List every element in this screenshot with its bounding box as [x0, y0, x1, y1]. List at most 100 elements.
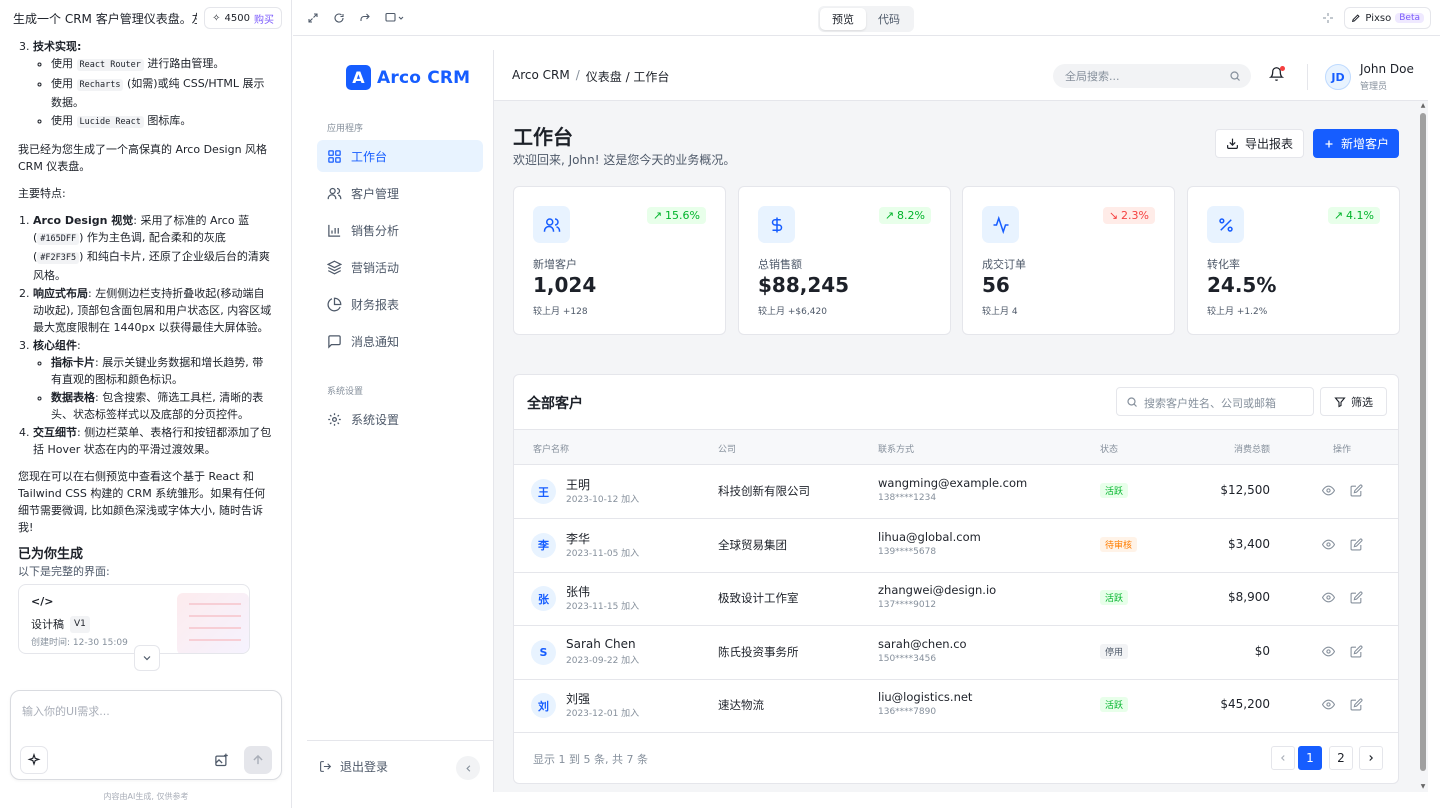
export-report-button[interactable]: 导出报表 [1215, 129, 1304, 158]
edit-icon [1350, 698, 1363, 711]
table-row[interactable]: 刘刘强 2023-12-01 加入 速达物流 liu@logistics.net 136… [514, 679, 1398, 734]
expand-icon[interactable] [305, 10, 321, 26]
edit-icon [1350, 591, 1363, 604]
edit-icon [1350, 538, 1363, 551]
sidebar-item-marketing[interactable]: 营销活动 [317, 251, 483, 283]
table-row[interactable]: S Sarah Chen 2023-09-22 加入 陈氏投资事务所 sarah@che… [514, 626, 1398, 680]
global-search-input[interactable]: 全局搜索... [1053, 64, 1251, 88]
tab-preview[interactable]: 预览 [820, 8, 866, 30]
redo-icon[interactable] [357, 10, 373, 26]
prev-page-button[interactable] [1271, 746, 1295, 770]
sidebar-item-customers[interactable]: 客户管理 [317, 177, 483, 209]
pixso-button[interactable]: Pixso Beta [1344, 7, 1431, 29]
send-button[interactable] [244, 746, 272, 774]
tab-code[interactable]: 代码 [866, 8, 912, 30]
avatar: 李 [531, 532, 556, 558]
joined-date: 2023-10-12 加入 [566, 495, 640, 505]
column-header: 客户名称 [533, 445, 570, 455]
breadcrumb-item[interactable]: Arco CRM [512, 68, 570, 85]
design-card[interactable]: </> 设计稿 V1 创建时间: 12-30 15:09 [18, 584, 250, 654]
device-icon[interactable] [383, 10, 407, 26]
tech-list: 技术实现: 使用 React Router 进行路由管理。 使用 Rechart… [18, 38, 274, 131]
column-header: 状态 [1100, 445, 1119, 455]
logout-label: 退出登录 [340, 760, 389, 774]
magic-button[interactable] [20, 746, 48, 774]
image-upload-button[interactable] [207, 746, 235, 774]
view-button[interactable] [1322, 698, 1335, 711]
edit-button[interactable] [1350, 538, 1363, 551]
users-icon [327, 187, 342, 199]
eye-icon [1322, 591, 1335, 604]
collapse-sidebar-button[interactable] [456, 756, 480, 780]
stat-card: ↘ 2.3% 成交订单 56 较上月 4 [962, 186, 1175, 335]
edit-button[interactable] [1350, 698, 1363, 711]
avatar[interactable]: JD [1325, 64, 1351, 90]
notifications-button[interactable] [1269, 66, 1285, 82]
search-icon [1230, 71, 1240, 81]
sidebar-item-sales[interactable]: 销售分析 [317, 214, 483, 246]
status-badge: 停用 [1100, 643, 1129, 659]
sidebar-item-dashboard[interactable]: 工作台 [317, 140, 483, 172]
list-item: 使用 React Router 进行路由管理。 [51, 55, 274, 74]
brand[interactable]: A Arco CRM [346, 65, 470, 90]
scrollbar-thumb[interactable] [1420, 113, 1426, 771]
phone: 136****7890 [878, 707, 937, 718]
trend-up-icon: ↗ [652, 209, 663, 222]
logout-button[interactable]: 退出登录 [319, 758, 388, 775]
page-button-2[interactable]: 2 [1329, 746, 1353, 770]
edit-button[interactable] [1350, 484, 1363, 497]
sidebar: A Arco CRM 应用程序 工作台 客户管理 销售分析 营销活动 财务报表 … [307, 50, 494, 792]
customer-search-input[interactable]: 搜索客户姓名、公司或邮箱 [1116, 387, 1314, 416]
design-version: V1 [70, 616, 90, 633]
buy-link[interactable]: 购买 [254, 11, 274, 26]
total-amount: $3,400 [1228, 536, 1270, 551]
customer-name: 刘强 [566, 692, 591, 707]
email: lihua@global.com [878, 529, 981, 544]
stat-label: 成交订单 [982, 258, 1026, 271]
expand-button[interactable] [134, 645, 160, 671]
stat-card: ↗ 4.1% 转化率 24.5% 较上月 +1.2% [1187, 186, 1400, 335]
view-toggle: 预览 代码 [818, 6, 914, 32]
preview-toolbar: 预览 代码 Pixso Beta [293, 0, 1440, 36]
features-list: Arco Design 视觉: 采用了标准的 Arco 蓝 (#165DFF) … [18, 212, 274, 458]
scrollbar[interactable]: ▲ ▼ [1418, 101, 1428, 792]
sidebar-item-settings[interactable]: 系统设置 [317, 403, 483, 435]
joined-date: 2023-11-15 加入 [566, 602, 640, 613]
page-subtitle: 欢迎回来, John! 这是您今天的业务概况。 [513, 153, 736, 167]
view-button[interactable] [1322, 645, 1335, 658]
scroll-down-icon[interactable]: ▼ [1419, 783, 1427, 790]
eye-icon [1322, 538, 1335, 551]
trend-badge: ↗ 15.6% [646, 207, 706, 224]
sidebar-item-finance[interactable]: 财务报表 [317, 288, 483, 320]
phone: 150****3456 [878, 653, 937, 664]
joined-date: 2023-11-05 加入 [566, 548, 640, 559]
table-row[interactable]: 张张伟 2023-11-15 加入 极致设计工作室 zhangwei@design.i… [514, 572, 1398, 627]
features-heading: 主要特点: [18, 187, 66, 200]
refresh-icon[interactable] [331, 10, 347, 26]
next-page-button[interactable] [1359, 746, 1383, 770]
table-row[interactable]: 李李华 2023-11-05 加入 全球贸易集团 lihua@global.com 13… [514, 519, 1398, 573]
credits-badge[interactable]: ✧ 4500 购买 [204, 7, 282, 29]
dollar-icon [771, 217, 782, 232]
view-button[interactable] [1322, 538, 1335, 551]
brand-logo: A [346, 65, 371, 90]
crm-app: A Arco CRM 应用程序 工作台 客户管理 销售分析 营销活动 财务报表 … [307, 50, 1428, 792]
page-button-1[interactable]: 1 [1298, 746, 1322, 770]
stat-label: 转化率 [1207, 258, 1240, 271]
prompt-input[interactable]: 输入你的UI需求... [10, 690, 282, 780]
cursor-icon[interactable] [1322, 12, 1334, 24]
scroll-up-icon[interactable]: ▲ [1419, 102, 1427, 109]
pagination-info: 显示 1 到 5 条, 共 7 条 [533, 753, 648, 766]
trend-up-icon: ↗ [1333, 209, 1344, 222]
message-icon [328, 334, 341, 349]
user-name[interactable]: John Doe [1360, 62, 1414, 76]
filter-button[interactable]: 筛选 [1320, 387, 1387, 416]
edit-button[interactable] [1350, 591, 1363, 604]
sidebar-item-messages[interactable]: 消息通知 [317, 325, 483, 357]
top-bar: Arco CRM / 仪表盘 / 工作台 全局搜索... JD John Doe… [494, 50, 1428, 101]
view-button[interactable] [1322, 591, 1335, 604]
view-button[interactable] [1322, 484, 1335, 497]
table-row[interactable]: 王王明 2023-10-12 加入 科技创新有限公司 wangming@example… [514, 465, 1398, 519]
edit-button[interactable] [1350, 645, 1363, 658]
add-customer-button[interactable]: 新增客户 [1313, 129, 1399, 158]
